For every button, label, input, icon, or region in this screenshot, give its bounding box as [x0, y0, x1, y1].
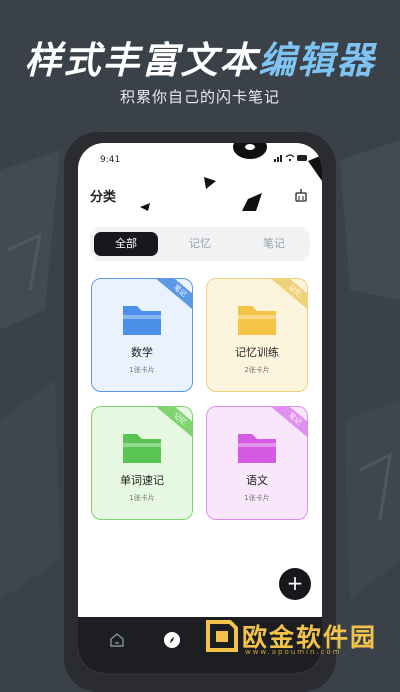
category-card-math[interactable]: 笔记 数学 1张卡片	[91, 278, 193, 392]
folder-icon	[123, 434, 161, 463]
home-icon[interactable]	[108, 631, 126, 653]
basket-icon	[295, 189, 307, 202]
folder-icon	[238, 306, 276, 335]
subline: 积累你自己的闪卡笔记	[119, 88, 280, 106]
tab-notes[interactable]: 笔记	[242, 232, 306, 256]
watermark-logo-icon	[206, 620, 238, 652]
compass-icon[interactable]	[163, 631, 181, 653]
tab-all[interactable]: 全部	[94, 232, 158, 256]
category-card-memory-training[interactable]: 记忆 记忆训练 2张卡片	[206, 278, 308, 392]
card-count: 2张卡片	[244, 366, 270, 374]
phone-screen: 9:41 分类 全部 记忆 笔记 笔记 数学 1张卡片 记忆 记忆训练 2张卡片…	[78, 143, 322, 673]
card-name: 记忆训练	[235, 346, 279, 359]
headline-accent: 编辑器	[258, 39, 376, 82]
card-name: 数学	[131, 346, 153, 359]
card-name: 语文	[246, 474, 268, 487]
category-card-vocabulary[interactable]: 记忆 单词速记 1张卡片	[91, 406, 193, 520]
folder-icon	[238, 434, 276, 463]
tab-memory[interactable]: 记忆	[168, 232, 232, 256]
watermark: 欧金软件园 www.apoumin.com	[200, 610, 400, 661]
card-name: 单词速记	[120, 474, 164, 487]
card-count: 1张卡片	[244, 494, 270, 502]
filter-tabs: 全部 记忆 笔记	[90, 227, 310, 261]
headline-white: 样式丰富文本	[24, 39, 259, 82]
card-count: 1张卡片	[129, 366, 155, 374]
headline: 样式丰富文本编辑器	[0, 30, 400, 84]
page-title: 分类	[90, 190, 117, 205]
cart-icon[interactable]	[294, 187, 308, 206]
card-count: 1张卡片	[129, 494, 155, 502]
add-button[interactable]: +	[279, 568, 311, 600]
decorative-shapes	[140, 143, 322, 211]
folder-icon	[123, 306, 161, 335]
watermark-url: www.apoumin.com	[245, 648, 342, 656]
category-card-chinese[interactable]: 笔记 语文 1张卡片	[206, 406, 308, 520]
